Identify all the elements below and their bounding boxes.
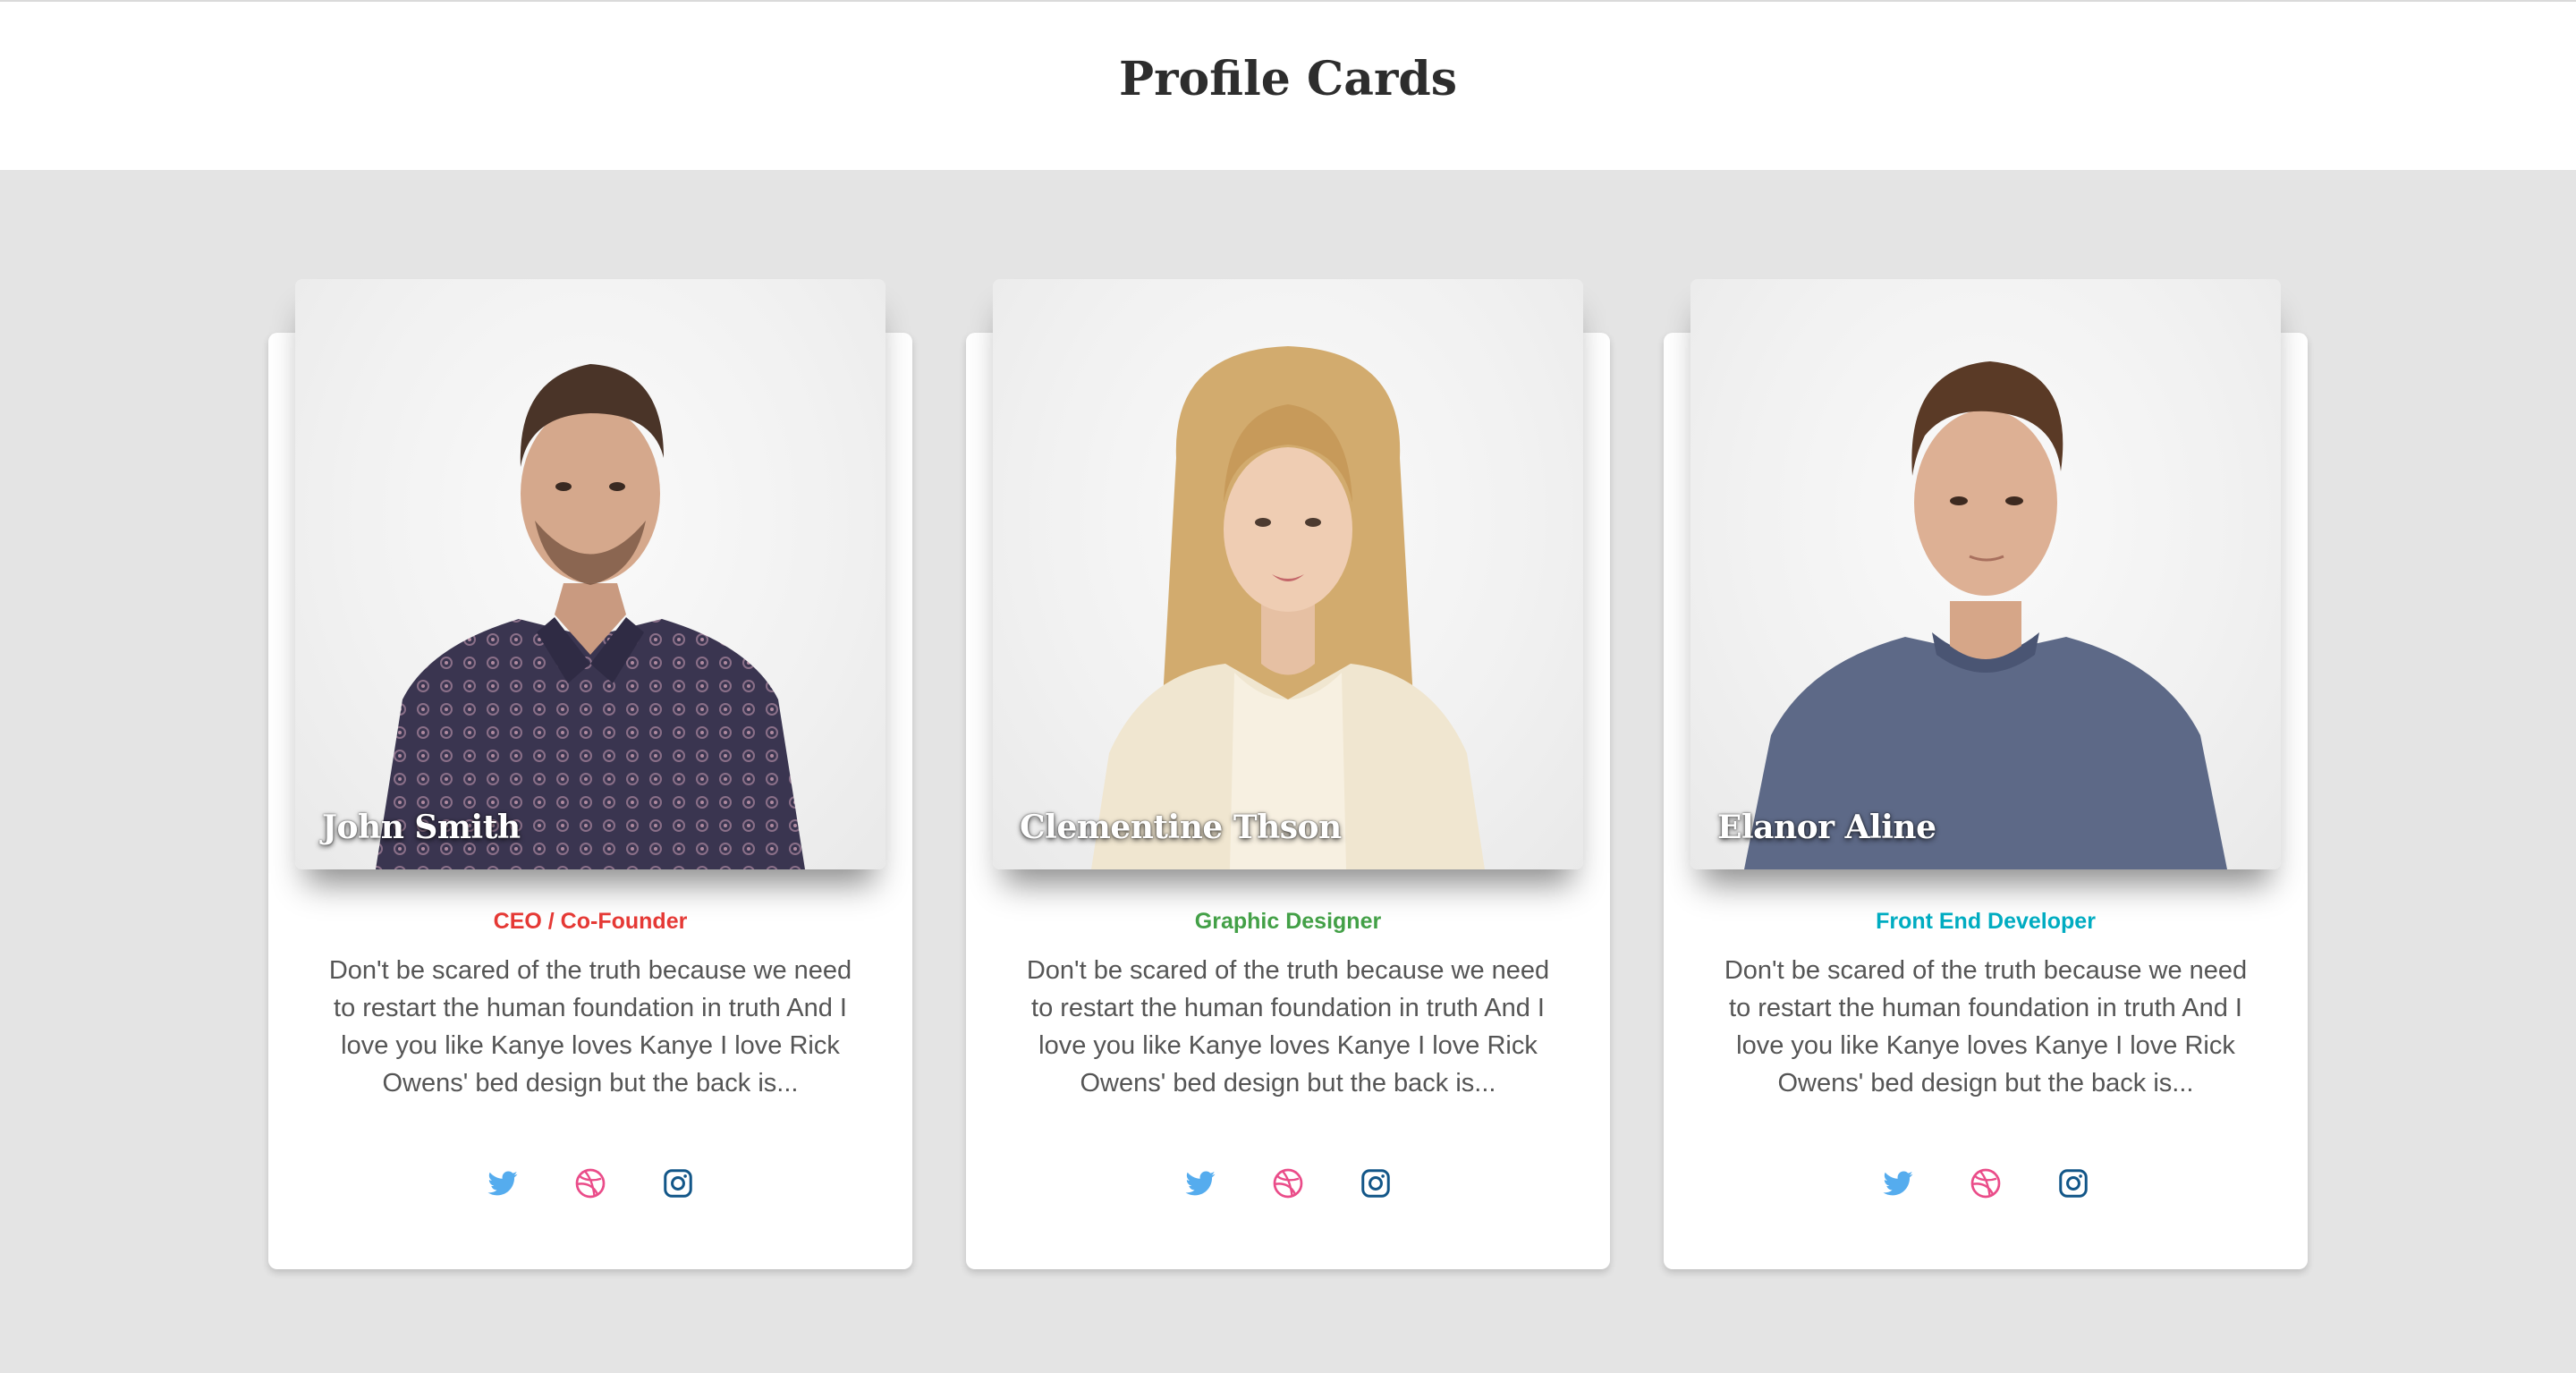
profile-photo: John Smith [295, 279, 886, 869]
twitter-link[interactable] [1881, 1166, 1915, 1200]
profile-card: John Smith CEO / Co-Founder Don't be sca… [268, 279, 912, 1269]
profile-card: Clementine Thson Graphic Designer Don't … [966, 279, 1610, 1269]
profile-bio: Don't be scared of the truth because we … [1724, 956, 2248, 1098]
instagram-link[interactable] [661, 1166, 695, 1200]
dribbble-icon [575, 1168, 606, 1199]
profile-role: CEO / Co-Founder [493, 909, 688, 934]
profile-photo: Clementine Thson [993, 279, 1583, 869]
social-links [966, 1166, 1610, 1200]
profile-bio: Don't be scared of the truth because we … [328, 956, 852, 1098]
twitter-icon [487, 1171, 518, 1196]
page-title: Profile Cards [1118, 51, 1458, 106]
person-portrait-image [1744, 361, 2227, 869]
instagram-icon [2059, 1169, 2088, 1198]
dribbble-icon [1970, 1168, 2001, 1199]
instagram-icon [1361, 1169, 1390, 1198]
profile-name: Elanor Aline [1717, 809, 1936, 846]
person-portrait-image [376, 364, 805, 869]
twitter-link[interactable] [486, 1166, 520, 1200]
social-links [1664, 1166, 2308, 1200]
profile-role: Front End Developer [1876, 909, 2096, 934]
person-portrait-image [1091, 346, 1485, 869]
twitter-icon [1185, 1171, 1216, 1196]
twitter-link[interactable] [1183, 1166, 1217, 1200]
dribbble-link[interactable] [573, 1166, 607, 1200]
instagram-icon [664, 1169, 692, 1198]
profile-name: Clementine Thson [1020, 809, 1342, 846]
profile-name: John Smith [322, 809, 521, 846]
instagram-link[interactable] [2056, 1166, 2090, 1200]
social-links [268, 1166, 912, 1200]
profile-bio: Don't be scared of the truth because we … [1026, 956, 1550, 1098]
instagram-link[interactable] [1359, 1166, 1393, 1200]
page-header: Profile Cards [0, 2, 2576, 170]
dribbble-link[interactable] [1969, 1166, 2003, 1200]
dribbble-link[interactable] [1271, 1166, 1305, 1200]
profile-card: Elanor Aline Front End Developer Don't b… [1664, 279, 2308, 1269]
profile-photo: Elanor Aline [1690, 279, 2281, 869]
twitter-icon [1883, 1171, 1913, 1196]
profile-role: Graphic Designer [1194, 909, 1382, 934]
dribbble-icon [1273, 1168, 1303, 1199]
